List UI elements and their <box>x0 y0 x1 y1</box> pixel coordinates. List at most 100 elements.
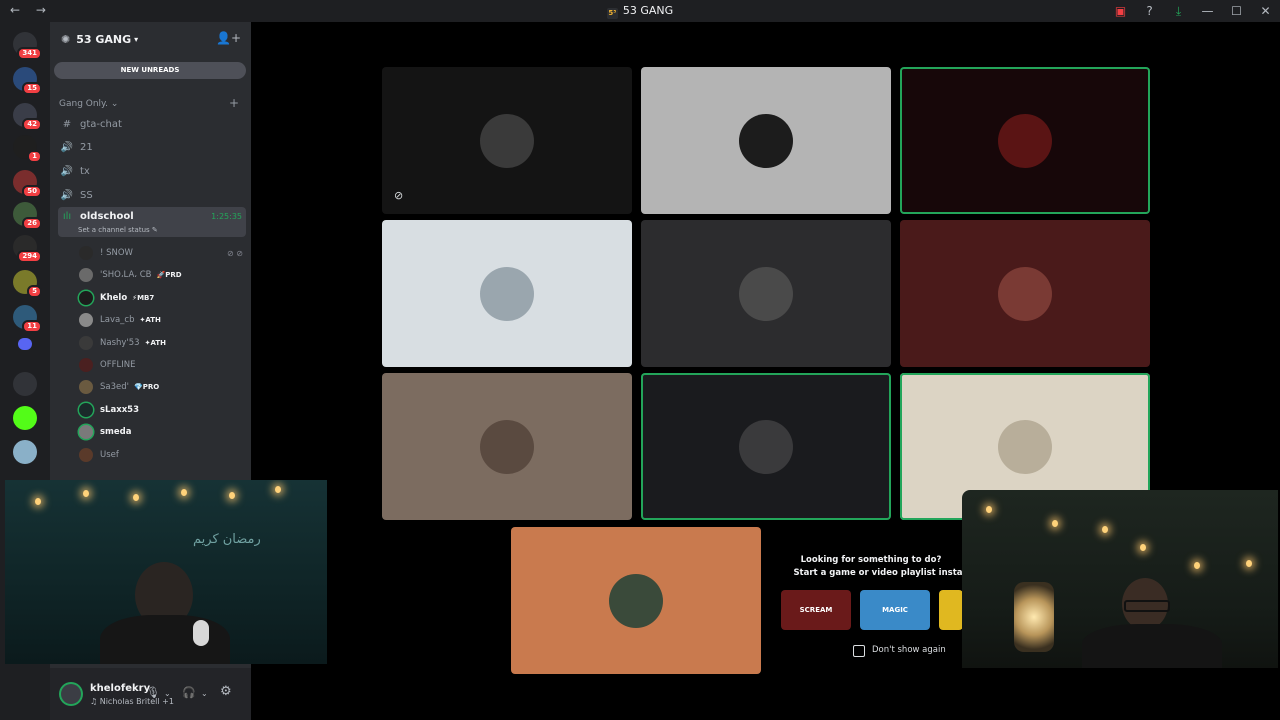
minimize-button[interactable]: — <box>1193 4 1222 18</box>
category-chevron-icon: ⌄ <box>110 99 119 109</box>
activity-card[interactable] <box>939 590 963 630</box>
voice-active-icon: ılı <box>62 211 72 222</box>
voice-member[interactable]: OFFLINE <box>79 355 245 375</box>
string-light <box>1140 544 1146 551</box>
avatar <box>480 266 534 321</box>
voice-member[interactable]: 'SHO،LA، CB 🚀PRD <box>79 265 245 285</box>
activity-card[interactable]: SCREAM <box>781 590 851 630</box>
guild-icon: 5³ <box>606 8 618 19</box>
server-icon[interactable]: 341 <box>13 32 42 60</box>
server-icon[interactable] <box>18 338 32 350</box>
server-icon[interactable]: 1 <box>13 135 42 163</box>
inbox-icon[interactable]: ▣ <box>1106 4 1135 18</box>
channel-tx[interactable]: 🔊 tx <box>58 161 246 181</box>
participant-tile[interactable] <box>382 220 632 367</box>
server-icon[interactable]: 50 <box>13 170 42 198</box>
new-unreads-button[interactable]: NEW UNREADS <box>54 62 246 79</box>
avatar <box>739 419 793 474</box>
participant-tile[interactable] <box>382 373 632 520</box>
close-button[interactable]: ✕ <box>1251 4 1280 18</box>
voice-channel-icon: 🔊 <box>60 189 74 201</box>
member-name: 'SHO،LA، CB <box>100 270 152 281</box>
channel-status[interactable]: Set a channel status ✎ <box>78 226 158 234</box>
server-icon[interactable]: 42 <box>13 103 42 131</box>
voice-member[interactable]: Usef <box>79 445 245 465</box>
server-icon[interactable] <box>13 440 37 464</box>
member-name: Usef <box>100 449 119 460</box>
member-tag: 💎PRO <box>133 383 160 392</box>
participant-tile[interactable] <box>900 67 1150 214</box>
server-icon[interactable]: 294 <box>13 235 42 263</box>
avatar <box>998 419 1052 474</box>
create-channel-icon[interactable]: + <box>229 96 239 110</box>
activity-title: Looking for something to do? <box>800 555 942 565</box>
headphones-icon[interactable]: 🎧 <box>182 686 196 699</box>
server-icon[interactable]: 5 <box>13 270 42 298</box>
string-light <box>181 489 187 496</box>
server-icon[interactable]: 11 <box>13 305 42 333</box>
member-name: smeda <box>100 427 132 438</box>
mention-badge: 1 <box>27 150 42 163</box>
window-title-text: 53 GANG <box>622 4 674 17</box>
mic-options-chevron-icon[interactable]: ⌄ <box>164 689 171 698</box>
avatar <box>79 358 93 372</box>
voice-channel-icon: 🔊 <box>60 141 74 153</box>
participant-tile[interactable]: ⊘ <box>382 67 632 214</box>
string-light <box>986 506 992 513</box>
activity-suggestion: Looking for something to do? Start a gam… <box>771 527 971 687</box>
channel-SS[interactable]: 🔊 SS <box>58 185 246 205</box>
server-icon[interactable] <box>13 406 37 430</box>
voice-member[interactable]: Khelo ⚡MB7 <box>79 288 245 308</box>
dont-show-label[interactable]: Don't show again <box>872 645 946 655</box>
voice-member[interactable]: Lava_cb ✦ATH <box>79 310 245 330</box>
voice-channel-oldschool[interactable]: ılı oldschool 1:25:35 Set a channel stat… <box>58 207 246 237</box>
microphone-icon[interactable]: 🎙 <box>146 686 160 699</box>
channel-name: gta-chat <box>80 118 122 130</box>
channel-name: tx <box>80 165 90 177</box>
category-name: Gang Only. <box>59 99 108 109</box>
participant-tile[interactable] <box>641 373 891 520</box>
mention-badge: 341 <box>17 47 42 60</box>
category-header[interactable]: Gang Only. ⌄ <box>59 99 118 109</box>
participant-tile[interactable] <box>641 220 891 367</box>
guild-header[interactable]: ✺ 53 GANG ▾ 👤+ <box>50 22 251 56</box>
avatar <box>79 246 93 260</box>
server-icon[interactable] <box>13 372 37 396</box>
avatar[interactable] <box>61 684 81 704</box>
guild-name: 53 GANG <box>76 32 132 46</box>
server-icon[interactable]: 26 <box>13 202 42 230</box>
channel-name: SS <box>80 189 93 201</box>
string-light <box>83 490 89 497</box>
avatar <box>998 113 1052 168</box>
participant-tile[interactable] <box>900 220 1150 367</box>
invite-people-icon[interactable]: 👤+ <box>216 31 241 45</box>
avatar <box>79 380 93 395</box>
camera-off-icon: ⊘ <box>394 189 404 202</box>
text-channel-icon: # <box>62 118 72 130</box>
server-icon[interactable]: 15 <box>13 67 42 95</box>
voice-member[interactable]: Sa3ed' 💎PRO <box>79 377 245 397</box>
chevron-down-icon: ▾ <box>134 34 139 44</box>
string-light <box>229 492 235 499</box>
avatar <box>79 268 93 283</box>
help-icon[interactable]: ? <box>1135 4 1164 18</box>
maximize-button[interactable]: ☐ <box>1222 4 1251 18</box>
voice-member[interactable]: smeda <box>79 422 245 442</box>
gear-icon[interactable]: ⚙ <box>220 684 232 699</box>
voice-member[interactable]: ! SNOW ⊘ ⊘ <box>79 243 245 263</box>
channel-21[interactable]: 🔊 21 <box>58 137 246 157</box>
mention-badge: 294 <box>17 250 42 263</box>
string-light <box>1052 520 1058 527</box>
activity-card[interactable]: MAGIC <box>860 590 930 630</box>
audio-options-chevron-icon[interactable]: ⌄ <box>201 689 208 698</box>
avatar <box>480 113 534 168</box>
download-icon[interactable]: ⤓ <box>1164 4 1193 19</box>
dont-show-checkbox[interactable] <box>853 645 865 657</box>
voice-member[interactable]: Nashy'53 ✦ATH <box>79 333 245 353</box>
voice-member[interactable]: sLaxx53 <box>79 400 245 420</box>
username[interactable]: khelofekry <box>90 683 150 694</box>
participant-tile[interactable] <box>641 67 891 214</box>
title-bar: ← → 5³ 53 GANG ▣ ? ⤓ — ☐ ✕ <box>0 0 1280 22</box>
channel-gta-chat[interactable]: # gta-chat <box>58 114 246 134</box>
participant-tile[interactable] <box>511 527 761 674</box>
